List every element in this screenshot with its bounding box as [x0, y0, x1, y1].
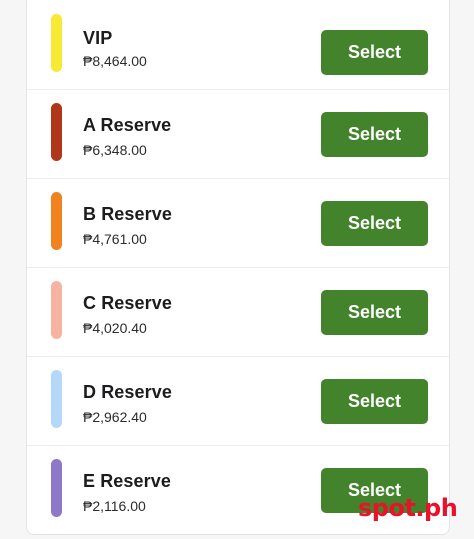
ticket-tier-list: VIP ₱8,464.00 Select A Reserve ₱6,348.00…: [26, 0, 450, 535]
tier-name: VIP: [83, 28, 113, 48]
tier-row-d-reserve: D Reserve ₱2,962.40 Select: [27, 357, 449, 446]
select-d-reserve-button[interactable]: Select: [321, 379, 428, 424]
tier-price: ₱4,761.00: [83, 231, 147, 247]
tier-color-swatch: [51, 370, 62, 428]
select-vip-button[interactable]: Select: [321, 30, 428, 75]
tier-color-swatch: [51, 103, 62, 161]
tier-row-b-reserve: B Reserve ₱4,761.00 Select: [27, 179, 449, 268]
spot-ph-watermark: spot.ph: [358, 494, 458, 522]
tier-color-swatch: [51, 192, 62, 250]
select-b-reserve-button[interactable]: Select: [321, 201, 428, 246]
tier-name: E Reserve: [83, 471, 171, 491]
tier-price: ₱8,464.00: [83, 53, 147, 69]
tier-row-a-reserve: A Reserve ₱6,348.00 Select: [27, 90, 449, 179]
tier-row-vip: VIP ₱8,464.00 Select: [27, 1, 449, 90]
tier-price: ₱6,348.00: [83, 142, 147, 158]
select-c-reserve-button[interactable]: Select: [321, 290, 428, 335]
tier-color-swatch: [51, 14, 62, 72]
tier-color-swatch: [51, 459, 62, 517]
tier-price: ₱2,962.40: [83, 409, 147, 425]
tier-price: ₱2,116.00: [83, 498, 146, 514]
tier-name: B Reserve: [83, 204, 172, 224]
tier-price: ₱4,020.40: [83, 320, 147, 336]
tier-name: A Reserve: [83, 115, 172, 135]
tier-name: D Reserve: [83, 382, 172, 402]
select-a-reserve-button[interactable]: Select: [321, 112, 428, 157]
tier-name: C Reserve: [83, 293, 172, 313]
tier-row-c-reserve: C Reserve ₱4,020.40 Select: [27, 268, 449, 357]
tier-color-swatch: [51, 281, 62, 339]
